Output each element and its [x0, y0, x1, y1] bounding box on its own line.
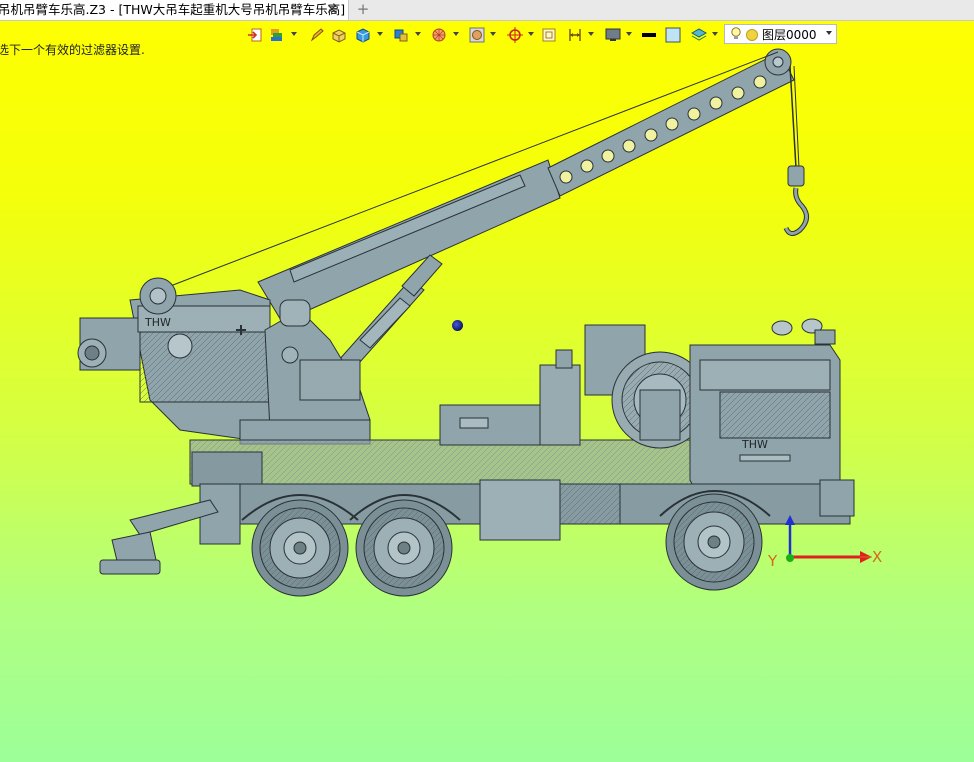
svg-text:THW: THW: [741, 438, 768, 451]
rotation-pivot-marker[interactable]: [452, 320, 463, 331]
svg-text:THW: THW: [144, 316, 171, 329]
axis-triad: [785, 515, 872, 563]
x-axis-label: X: [872, 548, 883, 566]
crane-truck-model[interactable]: THW THW: [0, 0, 974, 762]
y-axis-label: Y: [768, 552, 778, 570]
3d-viewport[interactable]: 吊机吊臂车乐高.Z3 - [THW大吊车起重机大号吊机吊臂车乐高] ✕ + 选下…: [0, 0, 974, 762]
